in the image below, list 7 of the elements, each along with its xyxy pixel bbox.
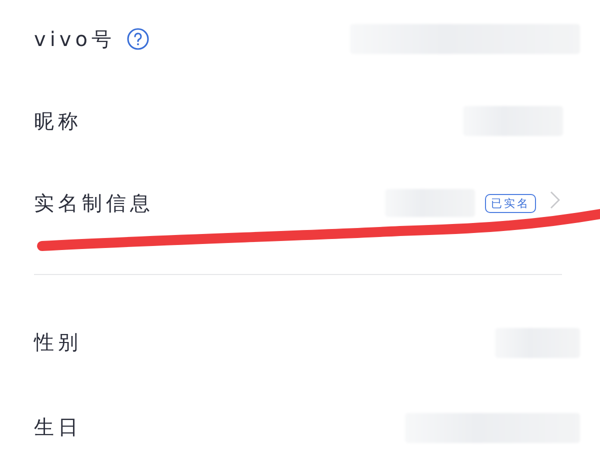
help-icon[interactable] <box>127 28 150 50</box>
row-label: 昵称 <box>34 108 82 134</box>
row-label: 生日 <box>34 414 82 441</box>
verified-badge: 已实名 <box>485 194 536 212</box>
row-label: 实名制信息 <box>34 190 154 216</box>
row-label: 性别 <box>34 329 82 356</box>
row-label: vivo号 <box>34 26 116 52</box>
